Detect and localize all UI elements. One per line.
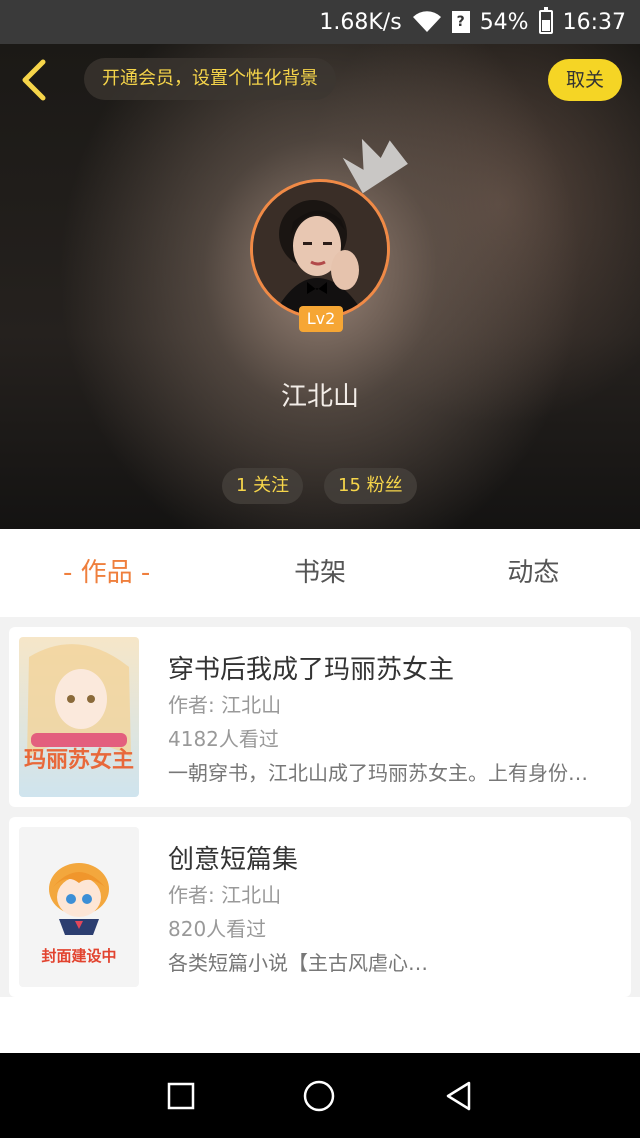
book-views: 820人看过 [168,917,267,941]
book-title: 创意短篇集 [168,845,299,875]
tab-activity[interactable]: 动态 [427,529,640,617]
unfollow-button[interactable]: 取关 [548,59,622,101]
works-list: 玛丽苏女主 穿书后我成了玛丽苏女主 作者: 江北山 4182人看过 一朝穿书，江… [0,617,640,1053]
profile-header: 开通会员，设置个性化背景 取关 Lv2 江北山 1 关注 15 粉丝 [0,44,640,529]
status-bar: 1.68K/s ? 54% 16:37 [0,0,640,44]
recent-apps-button[interactable] [164,1079,198,1113]
book-views: 4182人看过 [168,727,279,751]
clock: 16:37 [562,9,626,35]
battery-percent: 54% [479,9,529,35]
chevron-left-icon [22,59,46,101]
cover-title-1: 玛丽苏女主 [24,747,134,772]
book-description: 各类短篇小说【主古风虐心… [168,951,428,975]
network-speed: 1.68K/s [319,9,402,35]
bottom-spacer [0,997,640,1053]
back-nav-button[interactable] [442,1079,476,1113]
battery-icon [538,7,553,34]
vip-background-tip[interactable]: 开通会员，设置个性化背景 [84,58,336,100]
cover-title-2: 封面建设中 [41,947,116,965]
book-cover: 封面建设中 [19,827,139,987]
list-item[interactable]: 玛丽苏女主 穿书后我成了玛丽苏女主 作者: 江北山 4182人看过 一朝穿书，江… [9,627,631,807]
avatar[interactable] [250,179,390,319]
system-nav-bar [0,1053,640,1138]
wifi-icon [412,11,442,33]
sim-unknown-icon: ? [451,11,470,33]
book-author: 作者: 江北山 [168,693,282,717]
book-cover: 玛丽苏女主 [19,637,139,797]
tab-bookshelf[interactable]: 书架 [213,529,426,617]
username: 江北山 [280,382,359,412]
follow-count[interactable]: 1 关注 [222,468,304,504]
list-item[interactable]: 封面建设中 创意短篇集 作者: 江北山 820人看过 各类短篇小说【主古风虐心… [9,817,631,997]
book-description: 一朝穿书，江北山成了玛丽苏女主。上有身份… [168,761,588,785]
home-button[interactable] [302,1079,336,1113]
level-badge: Lv2 [299,306,343,332]
fans-count[interactable]: 15 粉丝 [324,468,417,504]
book-author: 作者: 江北山 [168,883,282,907]
back-button[interactable] [12,58,56,102]
tab-works[interactable]: - 作品 - [0,529,213,617]
profile-tabs: - 作品 - 书架 动态 [0,529,640,617]
book-title: 穿书后我成了玛丽苏女主 [168,655,455,685]
